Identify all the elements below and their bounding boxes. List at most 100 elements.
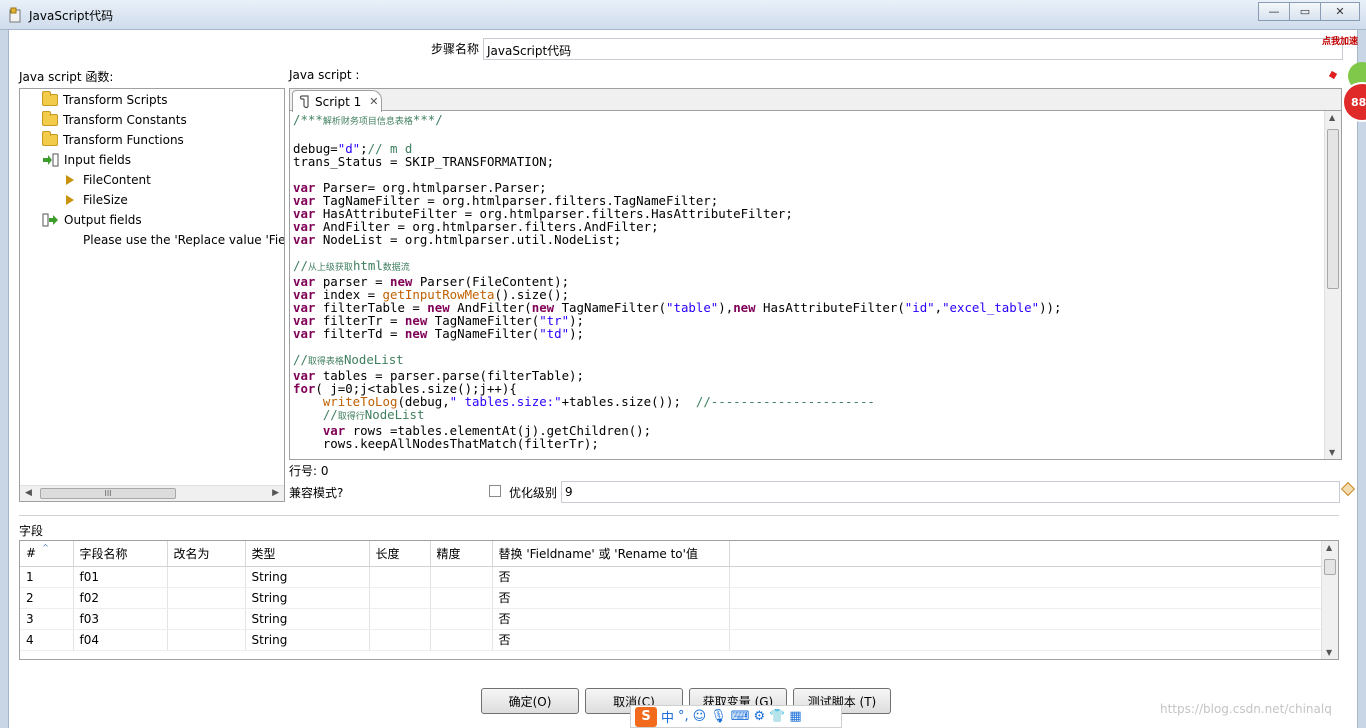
tree-item-filesize[interactable]: FileSize <box>62 190 128 210</box>
column-header[interactable]: 精度 <box>430 541 493 567</box>
minimize-button[interactable]: — <box>1258 2 1290 21</box>
tree-item-transform-scripts[interactable]: Transform Scripts <box>42 90 168 110</box>
column-header[interactable]: # ^ <box>20 541 74 567</box>
table-cell[interactable]: 否 <box>492 587 730 609</box>
step-name-label: 步骤名称 <box>431 42 480 56</box>
ime-toolbar[interactable]: S 中 °, ☺ 🎙 ⌨ ⚙ 👕 ▦ <box>630 705 842 728</box>
compat-mode-checkbox[interactable] <box>489 485 501 497</box>
functions-tree[interactable]: Transform Scripts Transform Constants Tr… <box>19 88 285 502</box>
scroll-down-icon[interactable]: ▼ <box>1326 648 1332 657</box>
tree-item-transform-functions[interactable]: Transform Functions <box>42 130 184 150</box>
script-code[interactable]: /***解析财务项目信息表格***/ debug="d";// m d tran… <box>293 113 1323 458</box>
close-tab-icon[interactable]: ✕ <box>369 95 378 108</box>
table-cell[interactable]: String <box>245 587 370 609</box>
tree-item-filecontent[interactable]: FileContent <box>62 170 151 190</box>
tools-icon[interactable]: ⚙ <box>754 709 766 724</box>
skin-icon[interactable]: 👕 <box>769 709 785 724</box>
table-cell[interactable]: 1 <box>20 566 74 588</box>
scroll-left-icon[interactable]: ◀ <box>25 488 32 498</box>
table-cell[interactable]: 3 <box>20 608 74 630</box>
table-cell[interactable]: 否 <box>492 566 730 588</box>
table-cell[interactable] <box>167 566 246 588</box>
keyboard-icon[interactable]: ⌨ <box>731 709 750 724</box>
script-editor[interactable]: Script 1 ✕ /***解析财务项目信息表格***/ debug="d";… <box>289 88 1342 460</box>
scroll-down-icon[interactable]: ▼ <box>1329 448 1335 457</box>
table-cell[interactable]: f03 <box>73 608 168 630</box>
table-cell[interactable]: String <box>245 566 370 588</box>
table-cell[interactable]: f02 <box>73 587 168 609</box>
table-cell[interactable]: 4 <box>20 629 74 651</box>
input-fields-icon <box>43 153 59 167</box>
field-arrow-icon <box>66 195 74 205</box>
table-cell[interactable] <box>430 587 493 609</box>
maximize-button[interactable]: ▭ <box>1289 2 1321 21</box>
tree-item-output-fields[interactable]: Output fields <box>42 210 142 230</box>
line-number-status: 行号: 0 <box>289 464 329 478</box>
optimize-level-input[interactable]: 9 <box>561 481 1340 503</box>
fields-grid[interactable]: # ^ 字段名称 改名为 类型 长度 精度 替换 'Fieldname' 或 'R… <box>20 541 1329 651</box>
emoji-icon[interactable]: ☺ <box>693 709 707 724</box>
tab-script-1[interactable]: Script 1 ✕ <box>292 90 382 112</box>
table-cell[interactable]: String <box>245 629 370 651</box>
editor-vertical-scrollbar[interactable]: ▲ ▼ <box>1324 111 1341 459</box>
scroll-thumb[interactable] <box>1327 129 1339 289</box>
table-header-row: # ^ 字段名称 改名为 类型 长度 精度 替换 'Fieldname' 或 'R… <box>20 541 1329 567</box>
table-vertical-scrollbar[interactable]: ▲ ▼ <box>1321 541 1338 659</box>
folder-icon <box>42 111 58 126</box>
table-cell[interactable] <box>167 608 246 630</box>
table-cell[interactable]: f01 <box>73 566 168 588</box>
folder-icon <box>42 91 58 106</box>
table-cell[interactable] <box>369 566 431 588</box>
step-name-input[interactable]: JavaScript代码 <box>483 38 1343 60</box>
tree-horizontal-scrollbar[interactable]: ◀ III ▶ <box>20 485 284 501</box>
scroll-up-icon[interactable]: ▲ <box>1326 543 1332 552</box>
table-row[interactable]: 1 f01 String 否 <box>20 566 1329 588</box>
compat-mode-label: 兼容模式? <box>289 486 344 500</box>
table-cell[interactable] <box>369 629 431 651</box>
close-button[interactable]: ✕ <box>1320 2 1360 21</box>
tree-item-label: Please use the 'Replace value 'Field <box>83 233 285 247</box>
column-header[interactable]: 长度 <box>369 541 431 567</box>
scroll-thumb[interactable] <box>1324 559 1336 575</box>
table-cell[interactable] <box>369 587 431 609</box>
tree-item-transform-constants[interactable]: Transform Constants <box>42 110 187 130</box>
table-cell[interactable]: f04 <box>73 629 168 651</box>
table-cell[interactable]: 否 <box>492 629 730 651</box>
sogou-logo-icon: S <box>635 706 657 727</box>
sort-asc-icon: ^ <box>42 543 49 553</box>
ime-punctuation[interactable]: °, <box>678 709 689 724</box>
tree-item-output-hint: Please use the 'Replace value 'Field <box>83 230 285 250</box>
watermark: https://blog.csdn.net/chinalq <box>1160 702 1332 716</box>
folder-icon <box>42 131 58 146</box>
ime-mode-chinese[interactable]: 中 <box>661 707 674 726</box>
fields-label: 字段 <box>19 524 44 538</box>
table-cell[interactable] <box>430 629 493 651</box>
column-header-filler <box>729 541 1329 567</box>
tree-item-input-fields[interactable]: Input fields <box>42 150 131 170</box>
script-icon <box>299 94 309 108</box>
table-cell[interactable]: 2 <box>20 587 74 609</box>
column-header[interactable]: 类型 <box>245 541 370 567</box>
table-cell[interactable] <box>167 587 246 609</box>
optimize-level-label: 优化级别 <box>509 486 558 500</box>
speedup-widget[interactable]: 点我加速 88 <box>1318 30 1366 130</box>
table-row[interactable]: 4 f04 String 否 <box>20 629 1329 651</box>
microphone-icon[interactable]: 🎙 <box>710 709 727 724</box>
scroll-right-icon[interactable]: ▶ <box>272 488 279 498</box>
ok-button[interactable]: 确定(O) <box>481 688 579 714</box>
table-cell[interactable] <box>430 566 493 588</box>
fields-table[interactable]: # ^ 字段名称 改名为 类型 长度 精度 替换 'Fieldname' 或 'R… <box>19 540 1339 660</box>
column-header[interactable]: 改名为 <box>167 541 246 567</box>
grid-icon[interactable]: ▦ <box>789 709 801 724</box>
table-row[interactable]: 2 f02 String 否 <box>20 587 1329 609</box>
scroll-thumb[interactable]: III <box>40 488 176 499</box>
table-cell[interactable]: String <box>245 608 370 630</box>
table-row[interactable]: 3 f03 String 否 <box>20 608 1329 630</box>
table-cell[interactable] <box>430 608 493 630</box>
table-cell[interactable] <box>369 608 431 630</box>
table-cell[interactable]: 否 <box>492 608 730 630</box>
column-header[interactable]: 替换 'Fieldname' 或 'Rename to'值 <box>492 541 730 567</box>
table-cell[interactable] <box>167 629 246 651</box>
table-cell-filler <box>729 629 1329 651</box>
column-header[interactable]: 字段名称 <box>73 541 168 567</box>
